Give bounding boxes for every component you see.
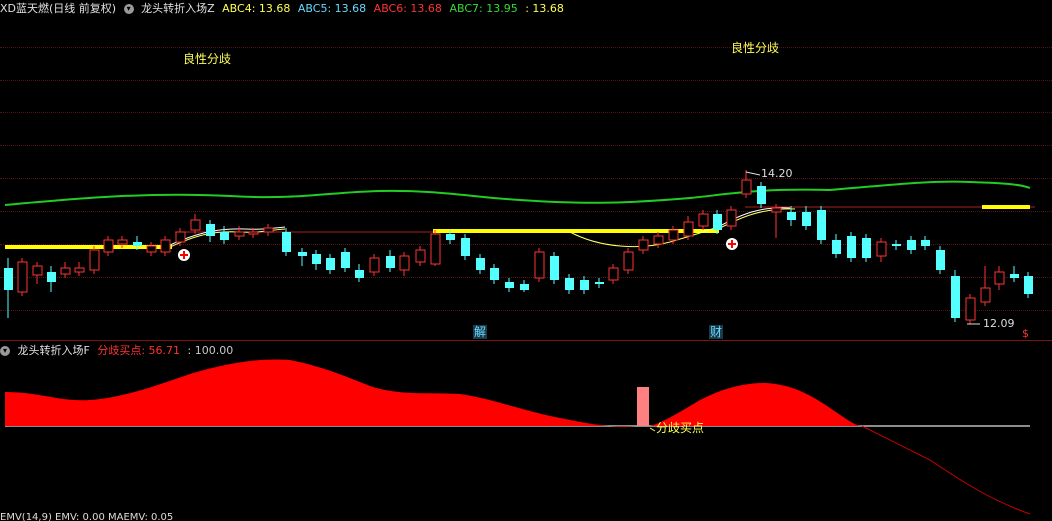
candle-body [817,210,826,240]
candle-body [415,249,426,263]
candle-body [282,232,291,252]
candle-body [994,271,1005,285]
bottom-indicator-text: EMV(14,9) EMV: 0.00 MAEMV: 0.05 [0,513,174,521]
candle-body [921,240,930,246]
buy-marker-left [178,249,190,261]
candle-body [234,231,245,237]
buy-marker-right [726,238,738,250]
collapse-icon[interactable]: ▾ [0,346,10,356]
candle-body [446,234,455,240]
candle-body [490,268,499,280]
candle-body [565,278,574,290]
candle-body [47,272,56,282]
candle-body [550,256,559,280]
candle-body [248,231,259,235]
candle-body [698,213,709,227]
candle-body [355,270,364,278]
candle-body [668,229,679,241]
event-marker-s[interactable]: $ [1022,327,1029,340]
candle-body [534,251,545,279]
candle-body [638,239,649,251]
candle-body [103,239,114,253]
candle-body [595,282,604,284]
sub-area [5,359,862,427]
candle-body [341,252,350,268]
candle-body [771,207,782,213]
event-marker-cai[interactable]: 财 [709,325,723,339]
event-marker-jie[interactable]: 解 [473,325,487,339]
buy-point-label: 分歧买点 [656,421,705,435]
series-level: : 100.00 [187,344,234,357]
candle-body [907,240,916,250]
series-buy-point: 分歧买点: 56.71 [97,344,181,357]
candle-body [146,245,157,253]
candle-body [892,244,901,246]
candle-body [386,256,395,268]
candle-body [4,268,13,290]
high-price-label: 14.20 [761,167,793,180]
candle-body [312,254,321,264]
candle-body [476,258,485,270]
candle-body [117,239,128,245]
low-price-label: 12.09 [983,317,1015,330]
candle-body [160,239,171,253]
candle-body [847,236,856,258]
candle-body [60,267,71,275]
candle-body [430,233,441,265]
candle-body [263,227,274,233]
candle-body [726,209,737,227]
candle-body [399,255,410,271]
candle-body [1010,274,1019,278]
candle-body [190,219,201,231]
candle-body [832,240,841,254]
sub-indicator-name[interactable]: 龙头转折入场F [18,344,90,357]
candle-body [936,250,945,270]
sub-header: ▾ 龙头转折入场F 分歧买点: 56.71 : 100.00 [0,342,237,360]
candle-body [175,231,186,243]
candle-body [802,212,811,226]
candle-body [757,186,766,204]
divergence-label-left: 良性分歧 [183,52,232,66]
candle-body [369,257,380,273]
candle-body [713,214,722,230]
buy-point-bar [637,387,649,426]
candle-body [653,235,664,245]
candle-body [683,221,694,237]
candle-body [580,280,589,290]
candle-body [876,241,887,257]
candle-body [89,249,100,271]
high-pointer [745,171,761,176]
buy-point-arrow [649,427,656,432]
candle-body [741,179,752,195]
candle-body [980,287,991,303]
candle-body [74,267,85,273]
candle-body [326,258,335,270]
candle-body [1024,276,1033,294]
candle-body [520,284,529,290]
candle-body [32,265,43,276]
candle-body [505,282,514,288]
candle-body [133,242,142,246]
candle-body [862,238,871,258]
candle-body [298,252,307,256]
chart-canvas[interactable] [0,0,1052,521]
candle-body [965,297,976,321]
bottom-indicator-header[interactable]: EMV(14,9) EMV: 0.00 MAEMV: 0.05 [0,513,1052,521]
candle-body [220,232,229,240]
candle-body [951,276,960,318]
candle-body [623,251,634,271]
sub-decline-line [861,425,1031,515]
candle-body [461,238,470,256]
candle-body [206,224,215,236]
candle-body [608,267,619,281]
band-line [4,180,1031,206]
candle-body [17,261,28,293]
divergence-label-right: 良性分歧 [731,41,780,55]
candle-body [787,212,796,220]
